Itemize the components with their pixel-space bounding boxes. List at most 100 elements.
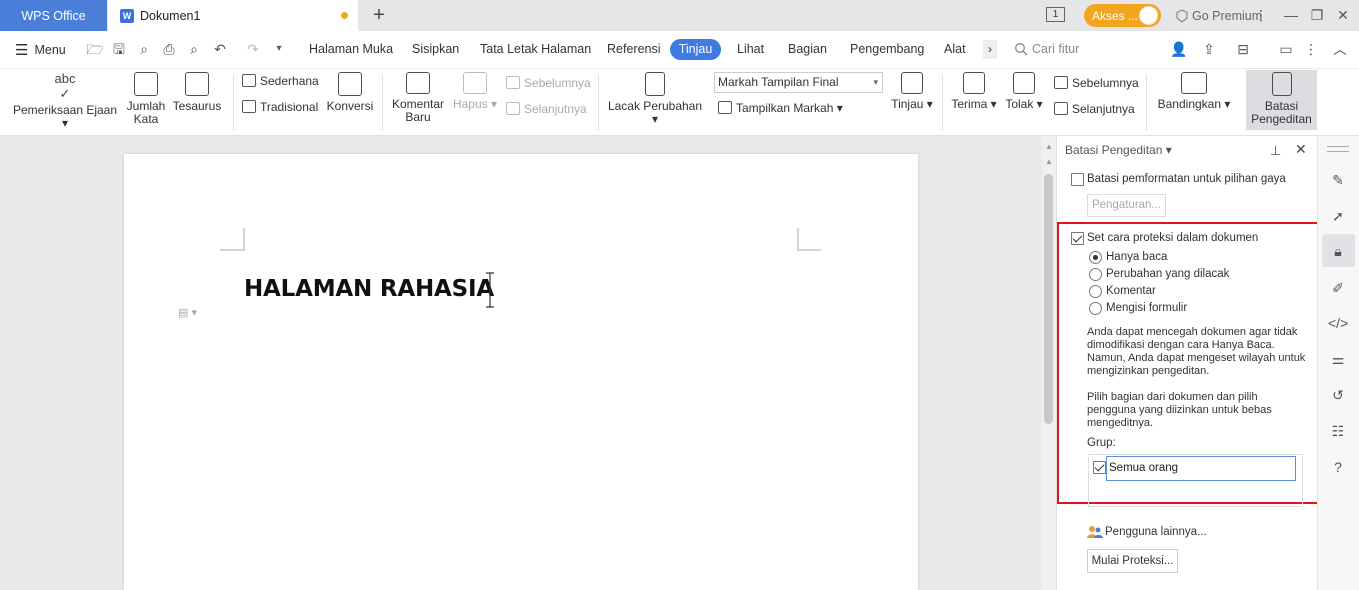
more-icon[interactable]: ⋮: [1251, 5, 1271, 25]
simplified-button[interactable]: Sederhana: [242, 74, 319, 88]
search-feature[interactable]: Cari fitur: [1014, 40, 1079, 58]
cursor-icon[interactable]: ➚: [1328, 206, 1348, 226]
more-users-link[interactable]: Pengguna lainnya...: [1087, 525, 1207, 539]
restore-icon[interactable]: ❐: [1307, 5, 1327, 25]
scrollbar-thumb[interactable]: [1044, 174, 1053, 424]
customize-toolbar-icon[interactable]: ▾: [270, 40, 288, 58]
share-user-icon[interactable]: 👤: [1170, 40, 1188, 58]
thesaurus-icon: [185, 72, 209, 96]
more-options-icon[interactable]: ⋮: [1302, 40, 1320, 58]
previous-comment-button[interactable]: Sebelumnya: [506, 76, 591, 90]
delete-comment-button[interactable]: Hapus ▾: [452, 72, 498, 111]
show-markup-button[interactable]: Tampilkan Markah ▾: [718, 101, 843, 115]
scroll-up-icon[interactable]: ▲: [1045, 142, 1053, 151]
search-placeholder: Cari fitur: [1032, 42, 1080, 56]
close-panel-icon[interactable]: ✕: [1295, 141, 1307, 158]
previous-change-button[interactable]: Sebelumnya: [1054, 76, 1139, 90]
pen-icon[interactable]: ✎: [1328, 170, 1348, 190]
tab-document[interactable]: W Dokumen1: [108, 0, 358, 31]
tab-pengembang[interactable]: Pengembang: [850, 39, 924, 59]
code-icon[interactable]: </>: [1328, 313, 1348, 333]
radio-tracked-changes[interactable]: [1089, 268, 1102, 281]
tab-wps-office[interactable]: WPS Office: [0, 0, 107, 31]
everyone-item[interactable]: Semua orang: [1106, 456, 1296, 481]
toolbox-icon[interactable]: ⊟: [1234, 40, 1252, 58]
tab-referensi[interactable]: Referensi: [607, 39, 661, 59]
collapse-ribbon-icon[interactable]: ︿: [1331, 40, 1349, 58]
avatar: [1139, 6, 1158, 25]
help-icon[interactable]: ?: [1328, 457, 1348, 477]
reject-button[interactable]: Tolak ▾: [1003, 72, 1045, 111]
document-tab-label: Dokumen1: [140, 8, 201, 23]
edit-tag-icon[interactable]: ✐: [1328, 278, 1348, 298]
radio-read-only[interactable]: [1089, 251, 1102, 264]
spell-check-label: Pemeriksaan Ejaan ▾: [12, 103, 118, 130]
spell-check-button[interactable]: abc ✓ Pemeriksaan Ejaan ▾: [12, 72, 118, 130]
new-tab-button[interactable]: +: [368, 4, 390, 26]
minimize-icon[interactable]: —: [1281, 5, 1301, 25]
panel-title[interactable]: Batasi Pengeditan ▾: [1065, 143, 1172, 157]
history-icon[interactable]: ↺: [1328, 385, 1348, 405]
accept-button[interactable]: Terima ▾: [951, 72, 997, 111]
radio-comments[interactable]: [1089, 285, 1102, 298]
paragraph-options-icon[interactable]: ▤ ▾: [178, 306, 204, 322]
save-icon[interactable]: 🖫: [110, 40, 128, 58]
word-count-button[interactable]: Jumlah Kata: [126, 72, 166, 126]
print-preview-icon[interactable]: ⌕: [185, 40, 203, 58]
next-comment-button[interactable]: Selanjutnya: [506, 102, 587, 116]
more-tabs-button[interactable]: ›: [983, 40, 997, 59]
next-change-icon: [1054, 102, 1068, 115]
start-protection-button[interactable]: Mulai Proteksi...: [1087, 549, 1178, 573]
settings-button[interactable]: Pengaturan...: [1087, 194, 1166, 217]
tab-lihat[interactable]: Lihat: [737, 39, 764, 59]
open-icon[interactable]: 🗁: [86, 40, 104, 58]
new-comment-icon: [406, 72, 430, 94]
review-pane-button[interactable]: Tinjau ▾: [890, 72, 934, 111]
thesaurus-button[interactable]: Tesaurus: [172, 72, 222, 113]
divider: [382, 74, 383, 131]
delete-comment-icon: [463, 72, 487, 94]
go-premium-button[interactable]: Go Premium: [1175, 6, 1262, 25]
close-window-icon[interactable]: ✕: [1333, 5, 1353, 25]
radio-tracked-changes-label: Perubahan yang dilacak: [1106, 268, 1230, 280]
protect-label: Set cara proteksi dalam dokumen: [1087, 232, 1259, 244]
previous-change-icon: [1054, 76, 1068, 89]
previous-comment-icon: [506, 76, 520, 89]
lock-icon[interactable]: 🔒︎: [1328, 241, 1348, 261]
comment-icon[interactable]: ▭: [1277, 40, 1295, 58]
page-indicator[interactable]: 1: [1046, 7, 1065, 22]
scroll-up-icon-2[interactable]: ▲: [1045, 157, 1053, 166]
outline-icon[interactable]: ☷: [1328, 421, 1348, 441]
traditional-button[interactable]: Tradisional: [242, 100, 318, 114]
document-page[interactable]: [124, 154, 918, 590]
format-painter-icon[interactable]: ⌕: [135, 40, 153, 58]
convert-button[interactable]: Konversi: [326, 72, 374, 113]
new-comment-button[interactable]: Komentar Baru: [391, 72, 445, 124]
tab-alat[interactable]: Alat: [944, 39, 966, 59]
redo-icon[interactable]: ↷: [244, 40, 262, 58]
document-icon: W: [120, 8, 134, 23]
format-limit-checkbox[interactable]: [1071, 173, 1084, 186]
protect-checkbox[interactable]: [1071, 232, 1084, 245]
tab-tinjau[interactable]: Tinjau: [670, 39, 721, 60]
undo-icon[interactable]: ↶: [211, 40, 229, 58]
share-icon[interactable]: ⇪: [1200, 40, 1218, 58]
sliders-icon[interactable]: ⚌: [1328, 349, 1348, 369]
compare-button[interactable]: Bandingkan ▾: [1156, 72, 1232, 111]
group-label: Grup:: [1087, 437, 1116, 449]
markup-display-select[interactable]: Markah Tampilan Final ▾: [714, 72, 883, 93]
tab-bagian[interactable]: Bagian: [788, 39, 827, 59]
print-icon[interactable]: ⎙: [160, 40, 178, 58]
akses-button[interactable]: Akses ...: [1084, 4, 1161, 27]
everyone-checkbox[interactable]: [1093, 461, 1106, 474]
tab-halaman-muka[interactable]: Halaman Muka: [309, 39, 393, 59]
document-heading[interactable]: HALAMAN RAHASIA: [244, 276, 494, 302]
main-menu-button[interactable]: ☰ Menu: [15, 41, 66, 59]
radio-forms[interactable]: [1089, 302, 1102, 315]
track-changes-button[interactable]: Lacak Perubahan ▾: [607, 72, 703, 126]
next-change-button[interactable]: Selanjutnya: [1054, 102, 1135, 116]
tab-sisipkan[interactable]: Sisipkan: [412, 39, 459, 59]
traditional-icon: [242, 100, 256, 113]
tab-tata-letak[interactable]: Tata Letak Halaman: [480, 39, 591, 59]
pin-icon[interactable]: ⊥: [1270, 143, 1281, 159]
